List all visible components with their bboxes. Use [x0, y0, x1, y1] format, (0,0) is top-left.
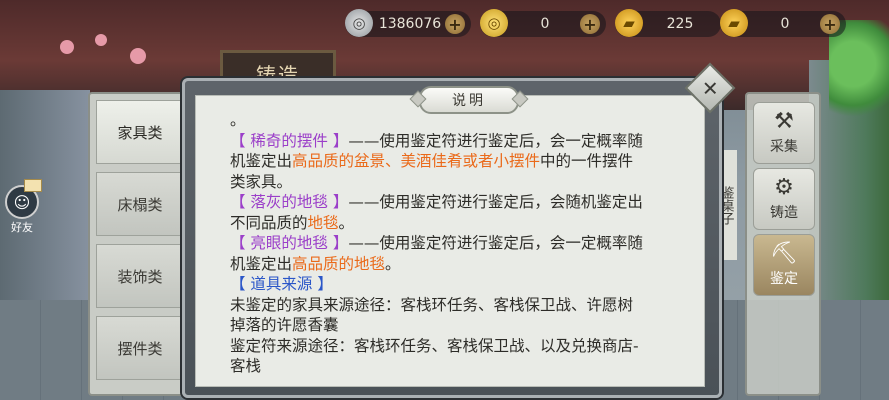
dialog-line: 掉落的许愿香囊 [230, 315, 690, 336]
tab-ornament[interactable]: 摆件类 [96, 316, 184, 380]
dialog-text-segment: 机鉴定出 [230, 254, 293, 273]
dialog-text-segment: 不同品质的 [230, 213, 308, 232]
forge-label: 铸造 [770, 204, 798, 221]
dialog-text-segment: ——使用鉴定符进行鉴定后，会随机鉴定出 [348, 193, 643, 211]
dialog-line: 不同品质的地毯。 [230, 213, 690, 234]
silver-coin-icon: ◎ [345, 9, 373, 37]
add-gold-coin-button[interactable]: + [580, 14, 600, 34]
tab-furniture[interactable]: 家具类 [96, 100, 184, 164]
dialog-line: 【 亮眼的地毯 】——使用鉴定符进行鉴定后，会一定概率随 [230, 233, 690, 254]
tab-bed[interactable]: 床榻类 [96, 172, 184, 236]
dialog-line: 类家具。 [230, 172, 690, 193]
resource-gold-coin: ◎ 0 + [480, 9, 606, 38]
dialog-text-segment: 地毯 [307, 213, 339, 232]
gold-coin-icon: ◎ [480, 9, 508, 37]
info-dialog: 说明 。【 稀奇的摆件 】——使用鉴定符进行鉴定后，会一定概率随 机鉴定出高品质的… [182, 78, 722, 398]
dialog-text-segment: ——使用鉴定符进行鉴定后，会一定概率随 [348, 131, 643, 150]
dialog-line: 客栈 [230, 356, 690, 377]
dialog-line: 未鉴定的家具来源途径：客栈环任务、客栈保卫战、许愿树 [230, 295, 690, 316]
tab-decoration[interactable]: 装饰类 [96, 244, 184, 308]
hammer-icon: ⚙ [774, 174, 794, 200]
dialog-text-segment: 。 [385, 254, 401, 273]
dialog-text-segment: 。 [338, 213, 355, 232]
action-panel: ⚒ 采集 ⚙ 铸造 ⛏ 鉴定 [745, 92, 821, 396]
dialog-body: 说明 。【 稀奇的摆件 】——使用鉴定符进行鉴定后，会一定概率随 机鉴定出高品质的… [195, 86, 705, 387]
blossom-decoration [60, 40, 74, 54]
dialog-line: 。 [230, 110, 690, 131]
friend-button[interactable]: ☺ 好友 [4, 179, 42, 235]
dialog-text-segment: 客栈 [230, 357, 262, 375]
dialog-text-segment: 类家具。 [230, 172, 293, 191]
mail-icon [24, 179, 42, 192]
gather-label: 采集 [770, 138, 798, 155]
category-panel: 家具类 床榻类 装饰类 摆件类 [88, 92, 190, 396]
dialog-text-segment: 掉落的许愿香囊 [230, 316, 339, 334]
dialog-line: 机鉴定出高品质的盆景、美酒佳肴或者小摆件中的一件摆件 [230, 151, 690, 172]
gather-button[interactable]: ⚒ 采集 [753, 102, 815, 164]
gold-coin-amount: 0 [540, 16, 550, 32]
dialog-line: 【 道具来源 】 [230, 274, 690, 295]
dialog-text-segment: 【 道具来源 】 [230, 275, 333, 293]
dialog-line: 【 落灰的地毯 】——使用鉴定符进行鉴定后，会随机鉴定出 [230, 192, 690, 213]
dialog-text-segment: 中的一件摆件 [540, 152, 634, 170]
friend-label: 好友 [11, 221, 33, 234]
add-silver-button[interactable]: + [445, 14, 465, 34]
dialog-text-segment: 【 落灰的地毯 】 [230, 193, 349, 211]
dialog-line: 机鉴定出高品质的地毯。 [230, 254, 690, 275]
dialog-line: 【 稀奇的摆件 】——使用鉴定符进行鉴定后，会一定概率随 [230, 131, 690, 152]
gold-ingot-amount: 225 [666, 16, 694, 32]
dialog-text-segment: 【 亮眼的地毯 】 [230, 234, 349, 252]
anvil-icon: ⛏ [770, 240, 798, 266]
dialog-text-segment: 未鉴定的家具来源途径：客栈环任务、客栈保卫战、许愿树 [230, 295, 634, 314]
dialog-text-segment: ——使用鉴定符进行鉴定后，会一定概率随 [348, 234, 643, 252]
silver-amount: 1386076 [378, 16, 442, 32]
add-ingot-button[interactable]: + [820, 14, 840, 34]
dialog-text-segment: 。 [230, 111, 246, 129]
dialog-text-segment: 高品质的地毯 [292, 254, 386, 273]
forge-button[interactable]: ⚙ 铸造 [753, 168, 815, 230]
dialog-text-segment: 机鉴定出 [230, 152, 293, 170]
ingot-amount: 0 [780, 16, 790, 32]
appraise-button[interactable]: ⛏ 鉴定 [753, 234, 815, 296]
dialog-text-segment: 鉴定符来源途径：客栈环任务、客栈保卫战、以及兑换商店- [230, 336, 639, 355]
appraise-label: 鉴定 [770, 270, 798, 287]
blossom-decoration [130, 48, 146, 64]
resource-silver: ◎ 1386076 + [345, 9, 471, 38]
blossom-decoration [95, 34, 107, 46]
resource-ingot: ▰ 0 + [720, 9, 846, 38]
pickaxe-icon: ⚒ [774, 108, 794, 134]
dialog-text-segment: 高品质的盆景、美酒佳肴或者小摆件 [292, 152, 541, 170]
dialog-line: 鉴定符来源途径：客栈环任务、客栈保卫战、以及兑换商店- [230, 336, 690, 357]
gold-ingot-icon: ▰ [615, 9, 643, 37]
ingot-icon: ▰ [720, 9, 748, 37]
resource-gold-ingot: ▰ 225 [615, 9, 721, 38]
close-icon: ✕ [701, 75, 719, 100]
dialog-content: 。【 稀奇的摆件 】——使用鉴定符进行鉴定后，会一定概率随 机鉴定出高品质的盆景、… [230, 110, 690, 377]
dialog-text-segment: 【 稀奇的摆件 】 [230, 131, 349, 150]
